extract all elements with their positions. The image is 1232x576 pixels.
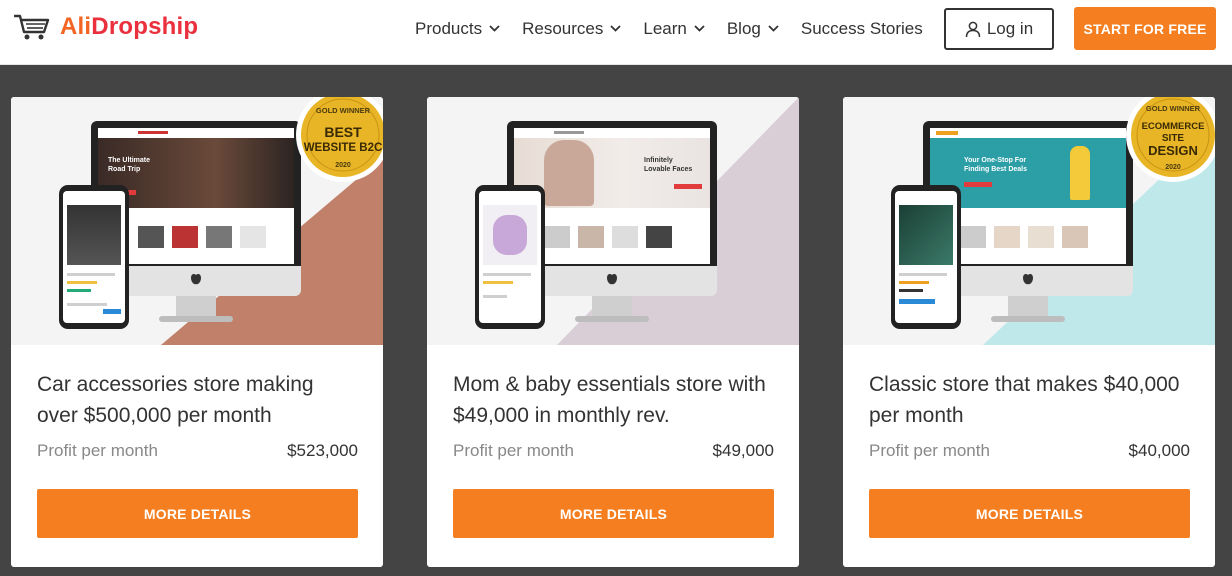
more-details-button[interactable]: MORE DETAILS (869, 489, 1190, 538)
nav-success-stories-label: Success Stories (800, 18, 923, 38)
svg-text:BEST: BEST (324, 124, 362, 140)
user-icon (965, 21, 981, 37)
store-preview-image: Infinitely Lovable Faces (427, 97, 799, 345)
svg-text:GOLD WINNER: GOLD WINNER (1146, 104, 1201, 113)
start-for-free-button[interactable]: START FOR FREE (1074, 7, 1216, 50)
profit-value: $49,000 (712, 441, 774, 460)
brand-name: AliDropship (60, 13, 198, 41)
store-card: Your One-Stop For Finding Best Deals GOL… (843, 97, 1215, 567)
svg-text:2020: 2020 (335, 162, 351, 169)
phone-mockup (891, 185, 961, 329)
main-nav: Products Resources Learn Blog Success St… (415, 0, 923, 57)
nav-learn[interactable]: Learn (643, 18, 705, 39)
profit-row: Profit per month $49,000 (453, 441, 774, 461)
hero-text: Infinitely Lovable Faces (644, 157, 693, 173)
login-label: Log in (986, 19, 1034, 38)
svg-text:ECOMMERCE: ECOMMERCE (1142, 121, 1205, 132)
nav-learn-label: Learn (643, 18, 687, 38)
chevron-down-icon (768, 25, 779, 32)
svg-text:DESIGN: DESIGN (1148, 143, 1198, 158)
profit-row: Profit per month $523,000 (37, 441, 358, 461)
svg-text:2020: 2020 (1165, 164, 1181, 171)
nav-resources-label: Resources (522, 18, 604, 38)
phone-mockup (475, 185, 545, 329)
store-card: Infinitely Lovable Faces Mom & baby esse… (427, 97, 799, 567)
chevron-down-icon (610, 25, 621, 32)
site-header: AliDropship Products Resources Learn Blo… (0, 0, 1232, 65)
profit-value: $40,000 (1128, 441, 1190, 460)
nav-blog[interactable]: Blog (727, 19, 779, 39)
brand-logo[interactable]: AliDropship (12, 12, 198, 42)
nav-success-stories[interactable]: Success Stories (801, 19, 923, 39)
hero-text: Your One-Stop For Finding Best Deals (964, 157, 1028, 173)
nav-blog-label: Blog (726, 18, 761, 38)
store-title: Car accessories store making over $500,0… (37, 373, 314, 427)
store-preview-image: Your One-Stop For Finding Best Deals GOL… (843, 97, 1215, 345)
chevron-down-icon (489, 25, 500, 32)
chevron-down-icon (694, 25, 705, 32)
login-button[interactable]: Log in (944, 8, 1054, 50)
gold-winner-badge: GOLD WINNER BEST WEBSITE B2C 2020 (296, 97, 383, 182)
brand-name-part2: Dropship (91, 13, 199, 40)
gold-winner-badge: GOLD WINNER ECOMMERCE SITE DESIGN 2020 (1126, 97, 1215, 182)
profit-label: Profit per month (453, 441, 574, 460)
more-details-button[interactable]: MORE DETAILS (37, 489, 358, 538)
profit-value: $523,000 (287, 441, 358, 460)
nav-products[interactable]: Products (415, 19, 500, 39)
hero-text: The Ultimate Road Trip (108, 157, 151, 173)
svg-text:GOLD WINNER: GOLD WINNER (316, 106, 371, 115)
profit-label: Profit per month (37, 441, 158, 460)
nav-products-label: Products (415, 18, 483, 38)
store-title: Mom & baby essentials store with $49,000… (453, 373, 766, 427)
more-details-button[interactable]: MORE DETAILS (453, 489, 774, 538)
store-title: Classic store that makes $40,000 per mon… (869, 373, 1180, 427)
profit-label: Profit per month (869, 441, 990, 460)
phone-mockup (59, 185, 129, 329)
store-preview-image: The Ultimate Road Trip GOLD WINNER BEST … (11, 97, 383, 345)
profit-row: Profit per month $40,000 (869, 441, 1190, 461)
store-card: The Ultimate Road Trip GOLD WINNER BEST … (11, 97, 383, 567)
cart-icon (14, 14, 50, 40)
svg-text:WEBSITE B2C: WEBSITE B2C (304, 142, 383, 154)
nav-resources[interactable]: Resources (522, 19, 621, 39)
brand-name-part1: Ali (60, 13, 92, 40)
